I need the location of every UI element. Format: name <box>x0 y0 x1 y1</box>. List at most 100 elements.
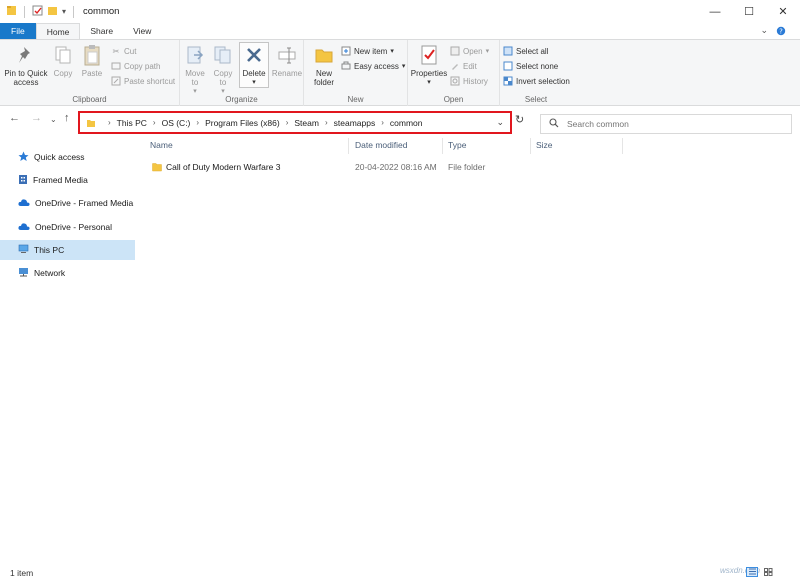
select-none-icon <box>503 61 513 71</box>
properties-icon[interactable] <box>32 5 43 18</box>
sidebar-item-onedrive-personal[interactable]: OneDrive - Personal <box>0 217 135 237</box>
breadcrumb-separator-icon: › <box>108 118 111 127</box>
forward-arrow-icon[interactable]: → <box>31 112 42 124</box>
new-folder-icon[interactable] <box>47 5 58 18</box>
breadcrumb-separator-icon[interactable]: › <box>196 118 199 127</box>
organize-group-label: Organize <box>225 95 258 104</box>
breadcrumb-separator-icon[interactable]: › <box>286 118 289 127</box>
address-dropdown-chevron-icon[interactable]: ⌄ <box>496 117 504 128</box>
select-all-button[interactable]: Select all <box>503 45 548 57</box>
file-date-modified: 20-04-2022 08:16 AM <box>355 162 437 172</box>
select-group-label: Select <box>524 95 548 104</box>
properties-button[interactable]: Properties ▾ <box>410 43 448 87</box>
breadcrumb-steamapps[interactable]: steamapps <box>334 118 376 128</box>
breadcrumb-os-c[interactable]: OS (C:) <box>162 118 191 128</box>
open-group-label: Open <box>443 95 464 104</box>
tab-view[interactable]: View <box>123 23 161 40</box>
rename-button[interactable]: Rename <box>272 43 302 78</box>
move-to-icon <box>184 43 206 67</box>
breadcrumb-this-pc[interactable]: This PC <box>117 118 147 128</box>
cloud-icon <box>18 198 30 209</box>
breadcrumb-program-files-x86[interactable]: Program Files (x86) <box>205 118 280 128</box>
search-input[interactable] <box>567 119 767 129</box>
paste-button[interactable]: Paste <box>79 43 105 78</box>
open-button[interactable]: Open ▾ <box>450 45 489 57</box>
status-bar: 1 item wsxdn.com <box>0 564 800 581</box>
copy-to-icon <box>212 43 234 67</box>
pin-to-quick-access-button[interactable]: Pin to Quick access <box>4 43 48 87</box>
breadcrumb-separator-icon[interactable]: › <box>325 118 328 127</box>
clipboard-group-label: Clipboard <box>72 95 107 104</box>
tab-file[interactable]: File <box>0 23 36 40</box>
copy-path-button[interactable]: Copy path <box>111 60 160 72</box>
details-view-icon[interactable] <box>746 567 758 577</box>
new-item-button[interactable]: New item ▾ <box>341 45 394 57</box>
building-icon <box>18 174 28 187</box>
svg-text:?: ? <box>779 28 783 36</box>
tab-home[interactable]: Home <box>35 23 81 40</box>
folder-icon <box>86 118 96 128</box>
search-box[interactable] <box>540 114 792 134</box>
back-arrow-icon[interactable]: ← <box>9 112 20 124</box>
sidebar-item-framed-media[interactable]: Framed Media <box>0 170 135 190</box>
select-none-button[interactable]: Select none <box>503 60 558 72</box>
file-list: Name Date modified Type Size Call of Dut… <box>136 134 800 564</box>
organize-group: Move to ▾ Copy to ▾ Delete ▾ Rename Orga… <box>180 40 304 106</box>
clipboard-group: Pin to Quick access Copy Paste ✂ Cut Cop… <box>0 40 180 106</box>
edit-button[interactable]: Edit <box>450 60 477 72</box>
edit-pencil-icon <box>450 61 460 71</box>
large-icons-view-icon[interactable] <box>762 567 774 577</box>
breadcrumb-steam[interactable]: Steam <box>294 118 319 128</box>
window-title: common <box>83 6 120 17</box>
close-button[interactable]: ✕ <box>766 0 800 23</box>
move-to-button[interactable]: Move to ▾ <box>182 43 208 96</box>
help-icon[interactable]: ? <box>776 26 786 38</box>
sidebar-item-quick-access[interactable]: Quick access <box>0 147 135 167</box>
maximize-button[interactable]: ☐ <box>732 0 766 23</box>
new-folder-icon <box>313 43 335 67</box>
navigation-pane: Quick access Framed Media OneDrive - Fra… <box>0 145 136 565</box>
up-arrow-icon[interactable]: ↑ <box>64 112 70 124</box>
history-button[interactable]: History <box>450 75 488 87</box>
sidebar-item-this-pc[interactable]: This PC <box>0 240 135 260</box>
copy-to-button[interactable]: Copy to ▾ <box>210 43 236 96</box>
column-header-name[interactable]: Name <box>150 140 173 156</box>
chevron-down-icon[interactable]: ⌄ <box>760 25 768 36</box>
computer-icon <box>18 244 29 256</box>
invert-selection-icon <box>503 76 513 86</box>
shortcut-icon <box>111 76 121 86</box>
select-group: Select all Select none Invert selection … <box>500 40 572 106</box>
customize-qa-icon[interactable]: ▾ <box>62 7 66 16</box>
copy-button[interactable]: Copy <box>50 43 76 78</box>
file-name: Call of Duty Modern Warfare 3 <box>166 162 281 172</box>
quick-access-toolbar: ▾ <box>0 5 77 18</box>
new-folder-button[interactable]: New folder <box>309 43 339 87</box>
cut-button[interactable]: ✂ Cut <box>111 45 137 57</box>
copy-icon <box>52 43 74 67</box>
new-item-icon <box>341 46 351 56</box>
properties-check-icon <box>418 43 440 67</box>
history-icon <box>450 76 460 86</box>
address-bar[interactable]: › This PC › OS (C:) › Program Files (x86… <box>78 111 512 134</box>
column-header-size[interactable]: Size <box>536 140 553 156</box>
sidebar-item-network[interactable]: Network <box>0 263 135 283</box>
delete-x-icon <box>243 43 265 67</box>
breadcrumb-separator-icon[interactable]: › <box>381 118 384 127</box>
tab-share[interactable]: Share <box>80 23 123 40</box>
recent-locations-chevron-icon[interactable]: ⌄ <box>50 115 57 124</box>
breadcrumb-common[interactable]: common <box>390 118 423 128</box>
breadcrumb-separator-icon[interactable]: › <box>153 118 156 127</box>
paste-shortcut-button[interactable]: Paste shortcut <box>111 75 175 87</box>
navigation-bar: ← → ⌄ ↑ › This PC › OS (C:) › Program Fi… <box>0 106 800 134</box>
invert-selection-button[interactable]: Invert selection <box>503 75 570 87</box>
easy-access-button[interactable]: Easy access ▾ <box>341 60 405 72</box>
delete-button[interactable]: Delete ▾ <box>240 43 268 87</box>
table-row[interactable]: Call of Duty Modern Warfare 3 20-04-2022… <box>150 159 630 177</box>
star-icon <box>18 151 29 164</box>
refresh-icon[interactable]: ↻ <box>515 113 524 126</box>
column-header-date-modified[interactable]: Date modified <box>355 140 407 156</box>
new-group-label: New <box>347 95 364 104</box>
column-header-type[interactable]: Type <box>448 140 466 156</box>
minimize-button[interactable]: — <box>698 0 732 23</box>
sidebar-item-onedrive-framed-media[interactable]: OneDrive - Framed Media <box>0 193 135 213</box>
